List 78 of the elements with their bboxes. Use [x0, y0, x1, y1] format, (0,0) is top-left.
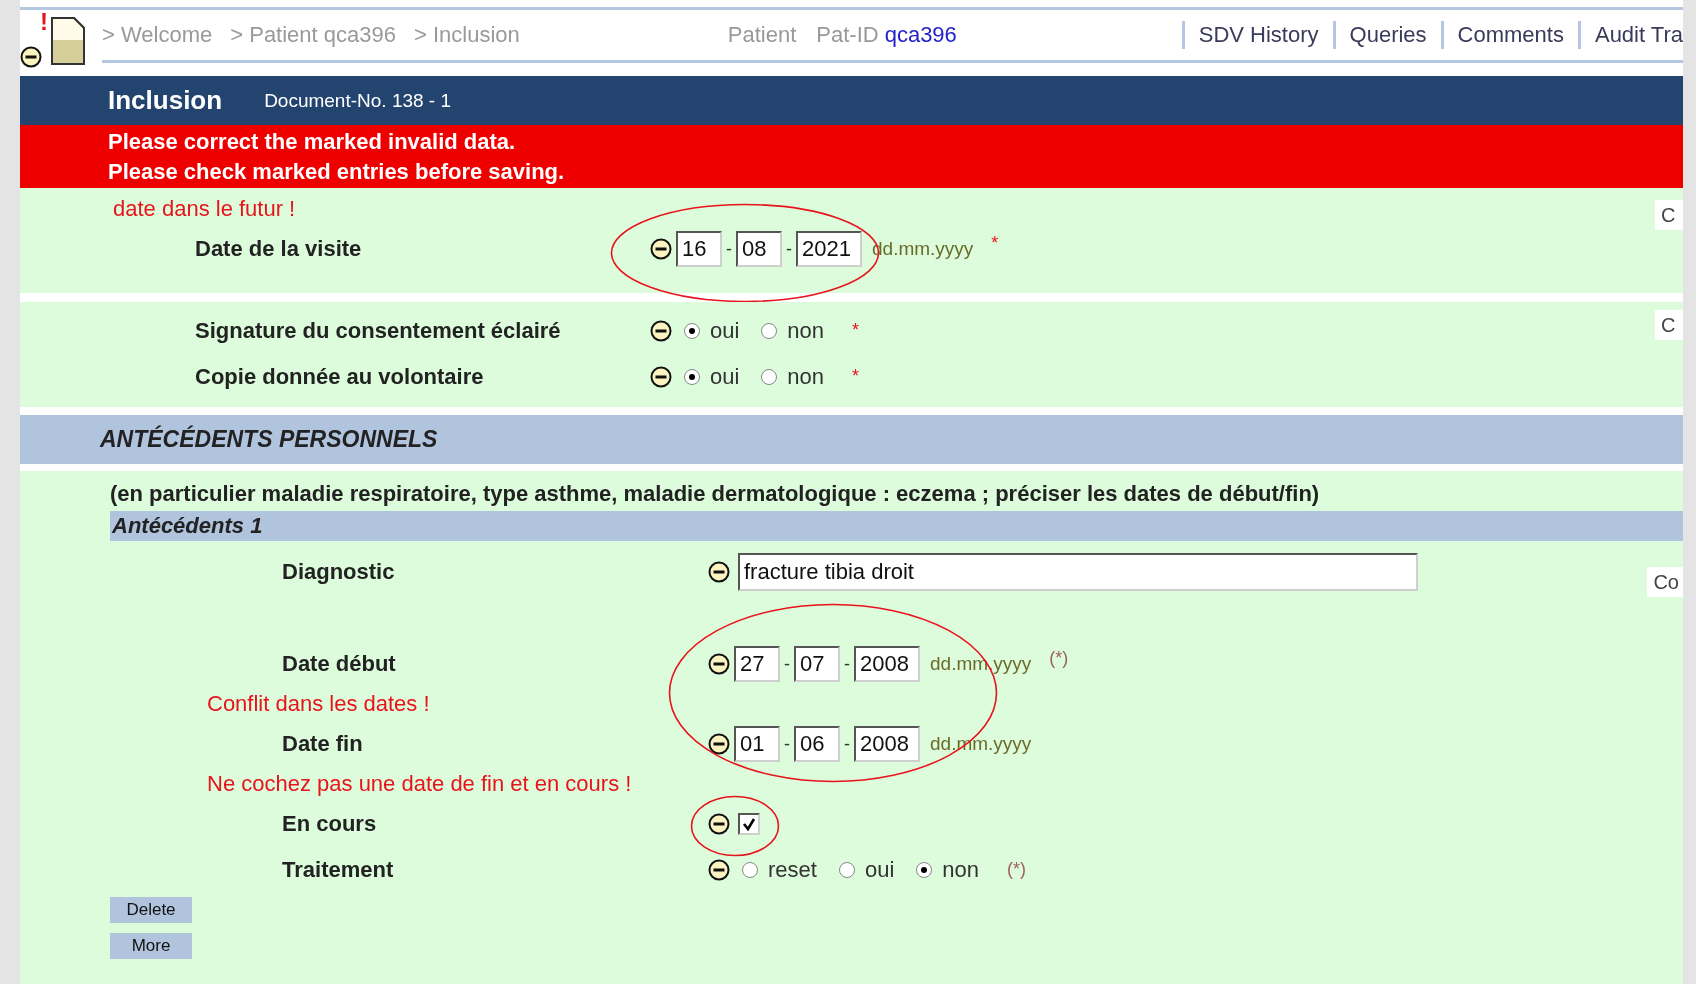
option-label: oui [864, 857, 895, 883]
field-label: Diagnostic [282, 559, 395, 584]
subsection-header: Antécédents 1 [110, 511, 1683, 541]
field-label: Date de la visite [195, 236, 362, 261]
radio-button[interactable] [684, 323, 700, 339]
document-icon [50, 16, 86, 66]
field-label: Traitement [282, 857, 394, 882]
document-title: Inclusion [108, 85, 223, 116]
checkbox[interactable] [738, 813, 760, 835]
side-button[interactable]: C [1655, 200, 1683, 230]
check-icon [742, 817, 756, 831]
error-message: Ne cochez pas une date de fin et en cours ! [206, 771, 632, 797]
year-field[interactable]: 2021 [796, 231, 862, 267]
collapse-icon[interactable] [650, 320, 672, 342]
patient-id-link[interactable]: qca396 [884, 22, 957, 48]
field-label: Signature du consentement éclairé [195, 318, 561, 343]
required-mark: * [991, 233, 999, 254]
radio-button[interactable] [761, 323, 778, 339]
date-separator: - [784, 733, 790, 755]
option-label: non [942, 857, 979, 883]
radio-button[interactable] [916, 862, 933, 878]
date-separator: - [726, 238, 732, 260]
option-label: oui [710, 318, 740, 344]
radio-button[interactable] [742, 862, 758, 878]
tab-link[interactable]: Comments [1440, 21, 1578, 49]
field-label: En cours [282, 811, 377, 836]
collapse-icon[interactable] [708, 561, 730, 583]
option-label: reset [768, 857, 817, 883]
form-button[interactable]: Delete [110, 897, 192, 923]
error-banner-text: Please check marked entries before saving. [108, 157, 566, 186]
date-separator: - [844, 653, 850, 675]
month-field[interactable]: 08 [736, 231, 782, 267]
side-button[interactable]: C [1655, 310, 1683, 340]
required-mark: * [852, 320, 860, 341]
collapse-icon[interactable] [650, 238, 672, 260]
error-message: date dans le futur ! [112, 196, 296, 222]
radio-button[interactable] [761, 369, 778, 385]
required-mark: (*) [1049, 648, 1069, 669]
tab-link[interactable]: Queries [1332, 21, 1441, 49]
patient-label: Patient [727, 22, 797, 48]
date-separator: - [786, 238, 792, 260]
day-field[interactable]: 01 [734, 726, 780, 762]
day-field[interactable]: 16 [676, 231, 722, 267]
required-mark: * [852, 366, 860, 387]
tab-link[interactable]: Audit Tra [1577, 21, 1683, 49]
option-label: oui [710, 364, 740, 390]
error-message: Conflit dans les dates ! [206, 691, 430, 717]
section-title: ANTÉCÉDENTS PERSONNELS [100, 426, 438, 453]
collapse-icon[interactable] [708, 653, 730, 675]
year-field[interactable]: 2008 [854, 646, 920, 682]
side-button[interactable]: Co [1647, 567, 1683, 597]
field-label: Date fin [282, 731, 363, 756]
field-label: Copie donnée au volontaire [195, 364, 484, 389]
date-separator: - [844, 733, 850, 755]
year-field[interactable]: 2008 [854, 726, 920, 762]
collapse-icon[interactable] [20, 46, 42, 68]
collapse-icon[interactable] [708, 733, 730, 755]
diagnostic-field[interactable]: fracture tibia droit [738, 553, 1418, 591]
date-separator: - [784, 653, 790, 675]
collapse-icon[interactable] [708, 859, 730, 881]
month-field[interactable]: 06 [794, 726, 840, 762]
radio-button[interactable] [684, 369, 700, 385]
form-button[interactable]: More [110, 933, 192, 959]
day-field[interactable]: 27 [734, 646, 780, 682]
required-mark: (*) [1007, 859, 1026, 880]
section-note: (en particulier maladie respiratoire, type asthme, maladie dermatologique : eczema ; préciser les dates de début/fin) [109, 480, 1321, 508]
error-banner-text: Please correct the marked invalid data. [108, 127, 517, 156]
document-number: Document-No. 138 - 1 [264, 89, 452, 112]
tab-link[interactable]: SDV History [1181, 21, 1333, 49]
collapse-icon[interactable] [650, 366, 672, 388]
month-field[interactable]: 07 [794, 646, 840, 682]
option-label: non [787, 364, 825, 390]
option-label: non [787, 318, 825, 344]
collapse-icon[interactable] [708, 813, 730, 835]
alert-mark: ! [40, 10, 48, 34]
patient-id-label: Pat-ID [816, 22, 879, 48]
radio-button[interactable] [838, 862, 855, 878]
field-label: Date début [282, 651, 396, 676]
